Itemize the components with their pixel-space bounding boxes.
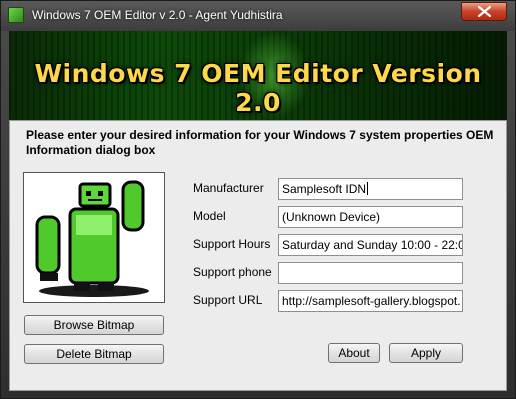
main-window: Windows 7 OEM Editor v 2.0 - Agent Yudhi… bbox=[0, 0, 516, 399]
model-field[interactable]: (Unknown Device) bbox=[278, 206, 463, 228]
header-banner: Windows 7 OEM Editor Version 2.0 bbox=[9, 31, 507, 120]
close-button[interactable] bbox=[461, 2, 507, 21]
support-phone-field[interactable] bbox=[278, 262, 463, 284]
banner-title: Windows 7 OEM Editor Version 2.0 bbox=[34, 59, 482, 117]
model-label: Model bbox=[193, 209, 226, 223]
title-bar[interactable]: Windows 7 OEM Editor v 2.0 - Agent Yudhi… bbox=[1, 1, 515, 31]
close-icon bbox=[478, 6, 491, 17]
apply-button[interactable]: Apply bbox=[389, 343, 463, 363]
app-icon bbox=[8, 7, 24, 23]
support-hours-label: Support Hours bbox=[193, 237, 271, 251]
text-caret bbox=[367, 182, 369, 195]
support-url-label: Support URL bbox=[193, 293, 263, 307]
manufacturer-field[interactable]: Samplesoft IDN bbox=[278, 178, 463, 200]
support-url-field[interactable]: http://samplesoft-gallery.blogspot. bbox=[278, 290, 463, 312]
delete-bitmap-button[interactable]: Delete Bitmap bbox=[24, 344, 164, 364]
main-panel: Please enter your desired information fo… bbox=[9, 120, 507, 391]
support-phone-label: Support phone bbox=[193, 265, 272, 279]
instruction-text: Please enter your desired information fo… bbox=[26, 128, 494, 157]
support-hours-field[interactable]: Saturday and Sunday 10:00 - 22:00 bbox=[278, 234, 463, 256]
robot-logo-image bbox=[35, 180, 149, 297]
oem-logo-preview bbox=[23, 172, 165, 303]
about-button[interactable]: About bbox=[328, 343, 380, 363]
window-title: Windows 7 OEM Editor v 2.0 - Agent Yudhi… bbox=[32, 8, 283, 22]
manufacturer-label: Manufacturer bbox=[193, 181, 264, 195]
browse-bitmap-button[interactable]: Browse Bitmap bbox=[24, 315, 164, 335]
